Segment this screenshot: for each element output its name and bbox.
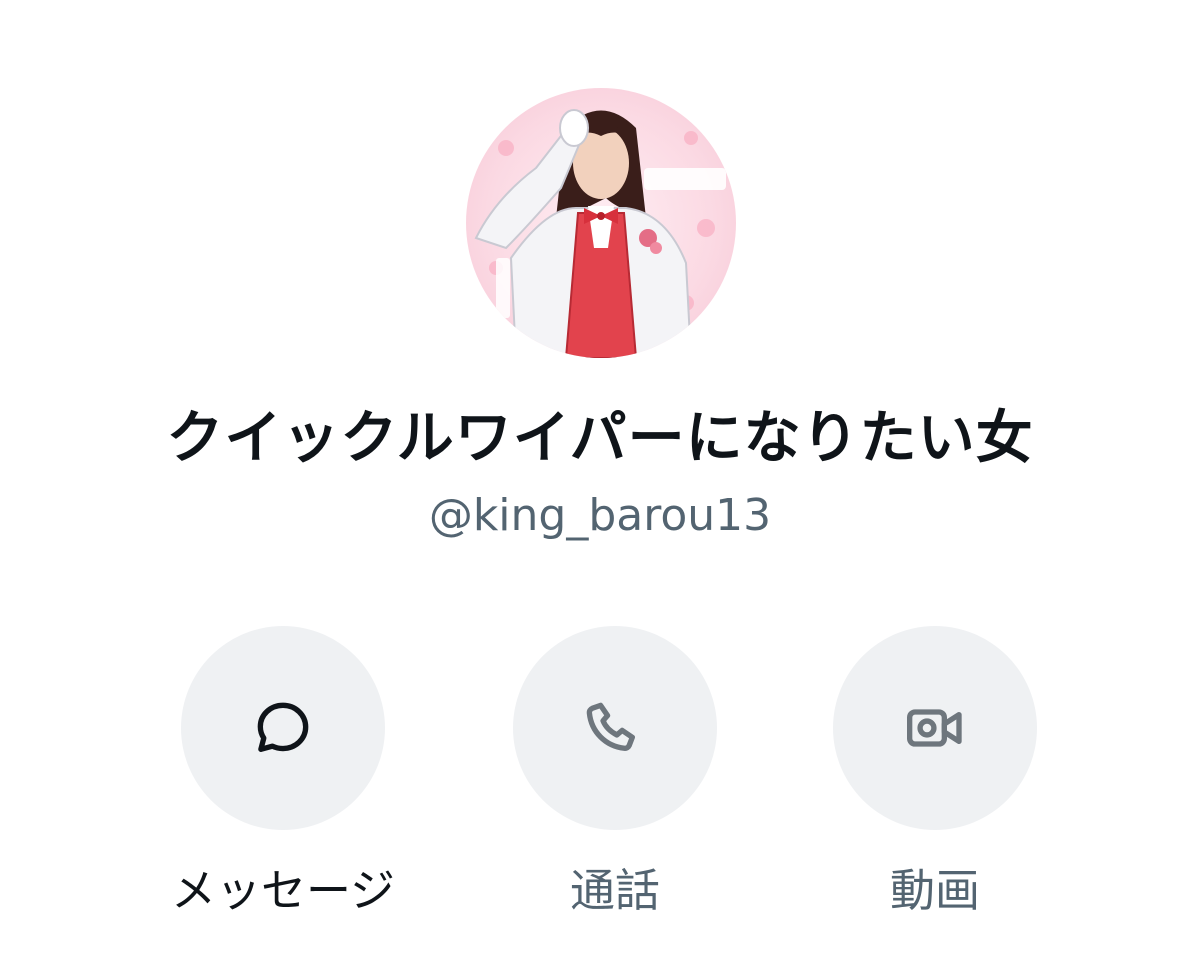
video-camera-icon: [907, 709, 962, 747]
call-label: 通話: [569, 864, 660, 917]
call-action[interactable]: 通話: [495, 626, 735, 926]
display-name: クイックルワイパーになりたい女: [166, 405, 1034, 471]
video-label: 動画: [889, 864, 980, 917]
profile-sheet: クイックルワイパーになりたい女 @king_barou13 メッセージ 通話 動…: [0, 0, 1200, 957]
phone-icon: [586, 702, 635, 751]
message-action[interactable]: メッセージ: [163, 626, 403, 926]
call-button[interactable]: [513, 626, 717, 830]
video-action[interactable]: 動画: [815, 626, 1055, 926]
avatar[interactable]: [466, 88, 736, 358]
message-bubble-icon: [257, 702, 309, 752]
message-label: メッセージ: [170, 864, 396, 917]
video-button[interactable]: [833, 626, 1037, 830]
user-handle: @king_barou13: [428, 490, 772, 541]
avatar-illustration: [474, 109, 726, 358]
message-button[interactable]: [181, 626, 385, 830]
